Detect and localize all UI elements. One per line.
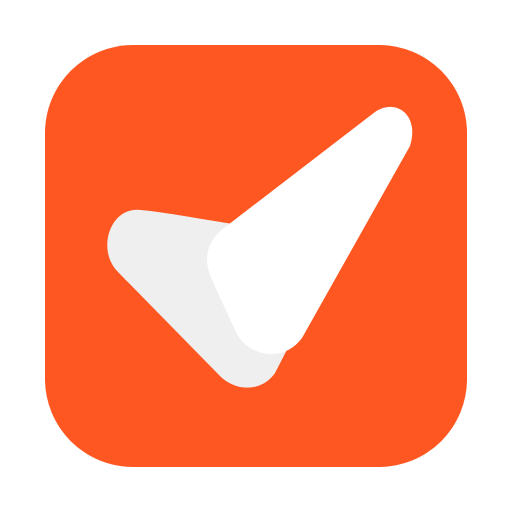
icon-canvas (0, 0, 512, 512)
checkmark-app-icon (45, 45, 467, 467)
